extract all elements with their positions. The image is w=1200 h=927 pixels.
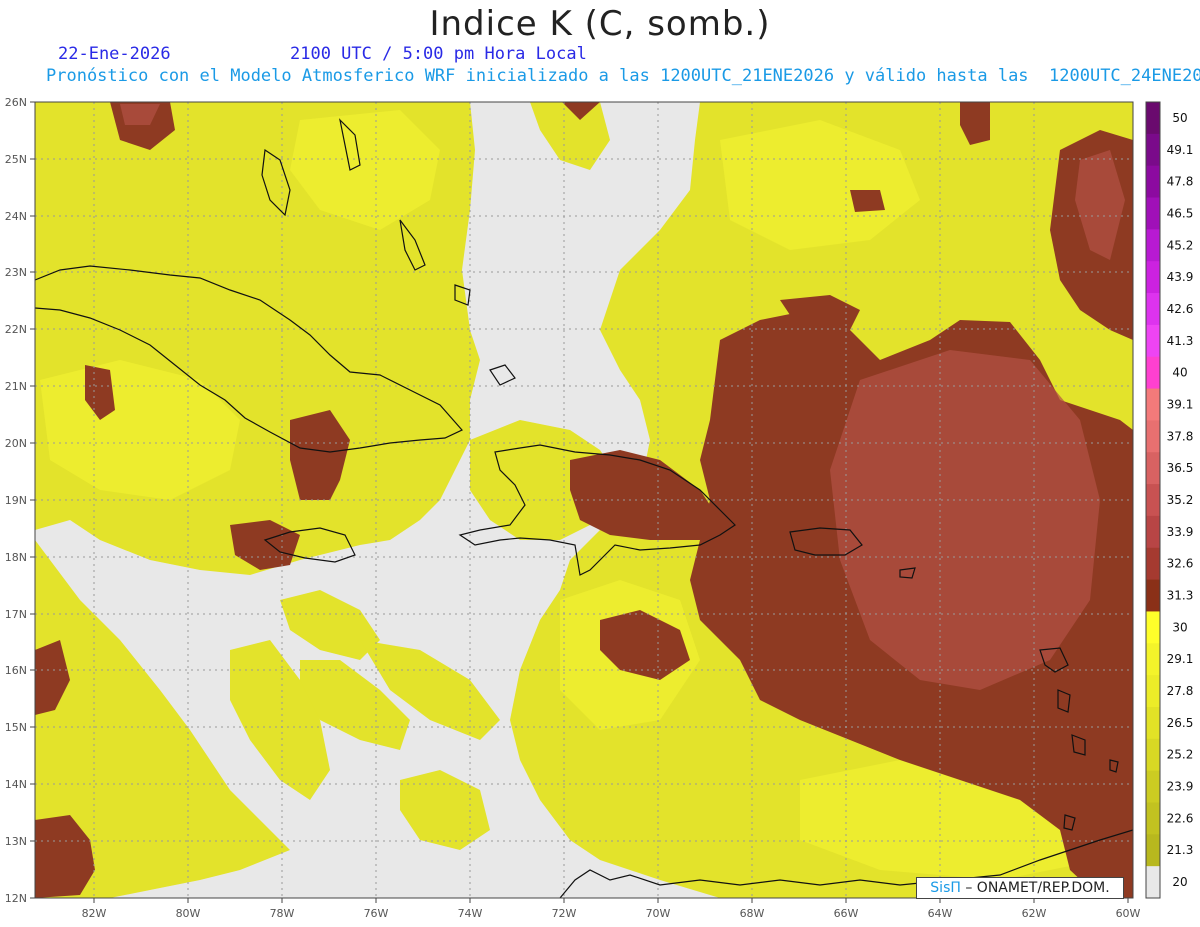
lat-label: 19N xyxy=(5,494,27,507)
lon-label: 78W xyxy=(270,907,295,920)
colorbar-swatch xyxy=(1146,866,1160,899)
colorbar-swatch xyxy=(1146,834,1160,867)
lon-label: 72W xyxy=(552,907,577,920)
colorbar-swatch xyxy=(1146,229,1160,262)
colorbar-label: 23.9 xyxy=(1167,780,1194,794)
colorbar-label: 29.1 xyxy=(1167,652,1194,666)
colorbar-label: 49.1 xyxy=(1167,143,1194,157)
colorbar-swatch xyxy=(1146,738,1160,772)
lon-label: 70W xyxy=(646,907,671,920)
colorbar-label: 43.9 xyxy=(1167,270,1194,284)
colorbar-label: 32.6 xyxy=(1167,557,1194,571)
colorbar-swatch xyxy=(1146,515,1160,549)
colorbar-swatch xyxy=(1146,643,1160,676)
lat-label: 24N xyxy=(5,210,27,223)
colorbar-swatch xyxy=(1146,420,1160,453)
lat-label: 25N xyxy=(5,153,27,166)
colorbar-label: 33.9 xyxy=(1167,525,1194,539)
lat-label: 12N xyxy=(5,892,27,905)
lat-label: 13N xyxy=(5,835,27,848)
lon-label: 60W xyxy=(1116,907,1141,920)
colorbar-swatch xyxy=(1146,484,1160,517)
colorbar-label: 27.8 xyxy=(1167,684,1194,698)
colorbar-label: 37.8 xyxy=(1167,429,1194,443)
lon-label: 62W xyxy=(1022,907,1047,920)
lat-label: 15N xyxy=(5,721,27,734)
map-plot-area xyxy=(35,102,1133,898)
lon-label: 66W xyxy=(834,907,859,920)
colorbar-swatch xyxy=(1146,356,1160,390)
colorbar-swatch xyxy=(1146,547,1160,581)
lon-label: 64W xyxy=(928,907,953,920)
colorbar: 50 49.1 47.8 46.5 45.2 43.9 42.6 41.3 40 39.1 37.8… xyxy=(1145,101,1194,899)
colorbar-label: 46.5 xyxy=(1167,206,1194,220)
colorbar-label: 50 xyxy=(1172,111,1187,125)
lat-label: 17N xyxy=(5,608,27,621)
lat-label: 16N xyxy=(5,664,27,677)
colorbar-swatch xyxy=(1146,675,1160,708)
colorbar-label: 25.2 xyxy=(1167,748,1194,762)
lat-label: 26N xyxy=(5,96,27,109)
lat-label: 20N xyxy=(5,437,27,450)
lat-label: 14N xyxy=(5,778,27,791)
longitude-labels: 82W 80W 78W 76W 74W 72W 70W 68W 66W 64W … xyxy=(82,907,1141,920)
colorbar-label: 39.1 xyxy=(1167,397,1194,411)
latitude-labels: 26N 25N 24N 23N 22N 21N 20N 19N 18N 17N … xyxy=(5,96,27,905)
lat-label: 21N xyxy=(5,380,27,393)
colorbar-label: 26.5 xyxy=(1167,716,1194,730)
credit-text: – ONAMET/REP.DOM. xyxy=(965,880,1110,896)
colorbar-label: 20 xyxy=(1172,875,1187,889)
lon-label: 80W xyxy=(176,907,201,920)
lon-label: 82W xyxy=(82,907,107,920)
colorbar-swatch xyxy=(1146,388,1160,421)
colorbar-label: 31.3 xyxy=(1167,589,1194,603)
colorbar-swatch xyxy=(1146,197,1160,230)
lat-label: 23N xyxy=(5,266,27,279)
map-figure: 82W 80W 78W 76W 74W 72W 70W 68W 66W 64W … xyxy=(5,96,1194,920)
colorbar-swatch xyxy=(1146,102,1160,135)
lon-label: 68W xyxy=(740,907,765,920)
colorbar-label: 41.3 xyxy=(1167,334,1194,348)
colorbar-swatch xyxy=(1146,165,1160,199)
colorbar-label: 21.3 xyxy=(1167,843,1194,857)
colorbar-swatch xyxy=(1146,324,1160,358)
lon-label: 76W xyxy=(364,907,389,920)
colorbar-label: 30 xyxy=(1172,620,1187,634)
colorbar-swatch xyxy=(1146,611,1160,644)
credit-box: SisΠ – ONAMET/REP.DOM. xyxy=(916,877,1124,899)
colorbar-label: 22.6 xyxy=(1167,811,1194,825)
colorbar-swatch xyxy=(1146,133,1160,167)
colorbar-swatch xyxy=(1146,293,1160,326)
sispi-logo: SisΠ xyxy=(930,880,961,896)
colorbar-swatch xyxy=(1146,770,1160,803)
lat-label: 18N xyxy=(5,551,27,564)
lon-label: 74W xyxy=(458,907,483,920)
colorbar-label: 47.8 xyxy=(1167,175,1194,189)
colorbar-label: 36.5 xyxy=(1167,461,1194,475)
colorbar-label: 42.6 xyxy=(1167,302,1194,316)
colorbar-swatch xyxy=(1146,706,1160,740)
colorbar-label: 35.2 xyxy=(1167,493,1194,507)
colorbar-swatch xyxy=(1146,579,1160,612)
colorbar-swatch xyxy=(1146,261,1160,294)
colorbar-label: 40 xyxy=(1172,366,1187,380)
lat-label: 22N xyxy=(5,323,27,336)
colorbar-swatch xyxy=(1146,452,1160,485)
colorbar-swatch xyxy=(1146,802,1160,835)
colorbar-label: 45.2 xyxy=(1167,238,1194,252)
